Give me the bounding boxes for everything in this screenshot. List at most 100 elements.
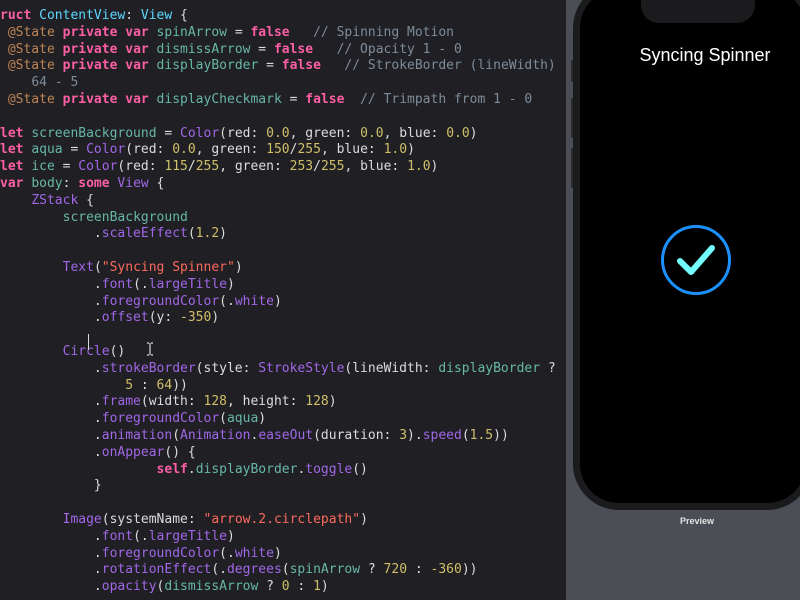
code-line[interactable]: ruct ContentView: View { xyxy=(0,8,556,25)
code-token: false xyxy=(305,91,345,107)
code-token: degrees xyxy=(226,562,282,578)
code-line[interactable]: var body: some View { xyxy=(0,176,556,193)
code-token: : xyxy=(133,377,157,393)
code-token: -350 xyxy=(180,310,212,326)
code-line[interactable]: .onAppear() { xyxy=(0,445,556,462)
code-token: () { xyxy=(164,444,196,460)
code-token: ( xyxy=(281,562,290,578)
code-token: 128 xyxy=(305,394,329,410)
code-line[interactable]: .scaleEffect(1.2) xyxy=(0,226,556,243)
code-line[interactable]: .rotationEffect(.degrees(spinArrow ? 720… xyxy=(0,562,556,579)
code-token: aqua xyxy=(226,411,259,427)
code-token: 255 xyxy=(320,159,345,175)
code-token: let xyxy=(0,125,24,141)
code-token: ? xyxy=(360,562,384,578)
code-line[interactable]: Circle() xyxy=(0,344,556,361)
code-line[interactable]: .opacity(dismissArrow ? 0 : 1) xyxy=(0,579,556,596)
code-line[interactable]: 64 - 5 xyxy=(0,75,556,92)
code-token: (. xyxy=(219,293,235,309)
code-line[interactable] xyxy=(0,327,556,344)
code-line[interactable]: .offset(y: -350) xyxy=(0,310,556,327)
code-line[interactable]: self.displayBorder.toggle() xyxy=(0,462,556,479)
code-token: = xyxy=(258,58,282,74)
code-token: "Syncing Spinner" xyxy=(101,259,235,275)
code-token: 0.0 xyxy=(360,125,384,141)
code-line[interactable]: @State private var displayCheckmark = fa… xyxy=(0,92,556,109)
code-line[interactable]: .animation(Animation.easeOut(duration: 3… xyxy=(0,428,556,445)
code-token: StrokeStyle xyxy=(258,360,345,376)
code-token: : xyxy=(62,175,79,191)
code-line[interactable]: Text("Syncing Spinner") xyxy=(0,260,556,277)
code-token: , green: xyxy=(289,125,361,141)
code-token: : xyxy=(125,8,141,23)
code-token: . xyxy=(0,310,102,326)
code-token: Color xyxy=(86,142,126,158)
code-line[interactable]: .font(.largeTitle) xyxy=(0,277,556,294)
code-line[interactable]: let aqua = Color(red: 0.0, green: 150/25… xyxy=(0,142,556,159)
code-token: ) xyxy=(258,411,267,427)
code-line[interactable] xyxy=(0,495,556,512)
code-line[interactable]: ZStack { xyxy=(0,193,556,210)
code-token: ruct xyxy=(0,8,40,23)
code-token: , blue: xyxy=(344,159,408,175)
code-token: spinArrow xyxy=(156,24,227,40)
code-token: (. xyxy=(133,528,149,544)
code-token: . xyxy=(0,579,102,595)
code-token: frame xyxy=(101,394,141,410)
code-line[interactable]: .frame(width: 128, height: 128) xyxy=(0,394,556,411)
code-line[interactable]: .font(.largeTitle) xyxy=(0,529,556,546)
code-line[interactable]: 5 : 64)) xyxy=(0,378,556,395)
code-token: . xyxy=(0,427,102,443)
code-token: false xyxy=(281,58,321,74)
code-token: 128 xyxy=(203,394,227,410)
code-token: toggle xyxy=(305,461,353,477)
code-token: ) xyxy=(328,394,337,410)
code-token: ZStack xyxy=(31,192,79,208)
code-line[interactable]: } xyxy=(0,478,556,495)
code-token: var xyxy=(0,175,24,191)
code-token: { xyxy=(148,175,165,191)
code-line[interactable]: .foregroundColor(aqua) xyxy=(0,411,556,428)
code-token: ( xyxy=(172,427,181,443)
code-token: 255 xyxy=(195,159,220,175)
code-line[interactable]: .foregroundColor(.white) xyxy=(0,294,556,311)
code-token: . xyxy=(187,461,196,477)
code-line[interactable]: screenBackground xyxy=(0,210,556,227)
code-token: @State xyxy=(7,91,55,107)
code-token: ? xyxy=(258,579,282,595)
code-token: 115 xyxy=(164,159,188,175)
code-token: aqua xyxy=(31,142,63,158)
code-token: ). xyxy=(407,427,423,443)
code-token: 253 xyxy=(289,159,314,175)
code-editor[interactable]: ruct ContentView: View { @State private … xyxy=(0,0,566,600)
code-token: (red: xyxy=(219,125,267,141)
code-token: displayBorder xyxy=(156,58,259,74)
code-line[interactable] xyxy=(0,109,556,126)
code-token: displayBorder xyxy=(195,461,298,477)
code-line[interactable]: Image(systemName: "arrow.2.circlepath") xyxy=(0,512,556,529)
code-line[interactable]: let ice = Color(red: 115/255, green: 253… xyxy=(0,159,556,176)
code-token: Color xyxy=(78,159,118,175)
code-line[interactable]: @State private var dismissArrow = false … xyxy=(0,42,556,59)
code-token: = xyxy=(227,24,251,40)
code-token: ) xyxy=(407,142,415,158)
code-line[interactable] xyxy=(0,243,556,260)
code-line[interactable]: .foregroundColor(.white) xyxy=(0,546,556,563)
code-token: animation xyxy=(101,427,173,443)
code-token: : xyxy=(289,579,314,595)
code-line[interactable]: @State private var spinArrow = false // … xyxy=(0,25,556,42)
code-line[interactable]: let screenBackground = Color(red: 0.0, g… xyxy=(0,126,556,143)
preview-pane: Syncing Spinner Preview xyxy=(566,0,800,600)
code-token: ) xyxy=(211,310,220,326)
code-line[interactable]: .strokeBorder(style: StrokeStyle(lineWid… xyxy=(0,361,556,378)
code-token: Color xyxy=(180,125,220,141)
code-line[interactable]: @State private var displayBorder = false… xyxy=(0,58,556,75)
code-text[interactable]: ruct ContentView: View { @State private … xyxy=(0,8,556,596)
